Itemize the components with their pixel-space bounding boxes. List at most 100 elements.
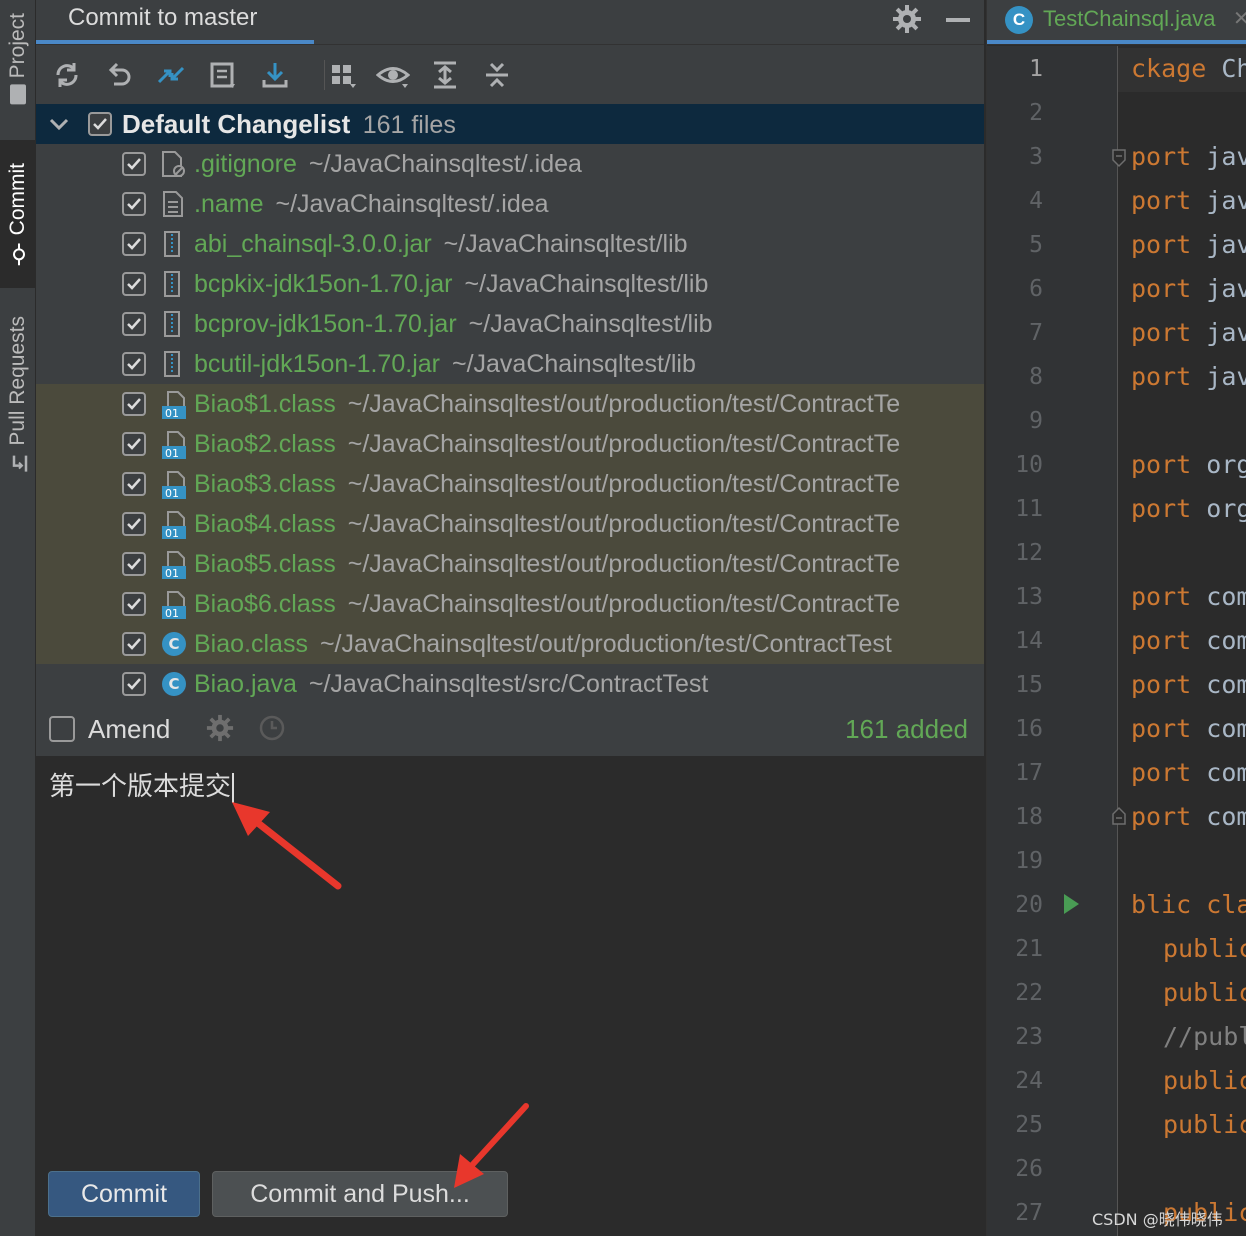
svg-text:01: 01: [165, 567, 179, 580]
file-name: bcpkix-jdk15on-1.70.jar: [194, 270, 453, 298]
file-checkbox[interactable]: [122, 232, 146, 256]
amend-label[interactable]: Amend: [88, 714, 170, 745]
download-icon[interactable]: [258, 58, 292, 92]
amend-checkbox[interactable]: [49, 716, 75, 742]
diff-icon[interactable]: [154, 58, 188, 92]
line-number: 7: [1029, 320, 1043, 346]
panel-title[interactable]: Commit to master: [68, 4, 257, 32]
file-row[interactable]: 01 Biao$5.class ~/JavaChainsqltest/out/pro…: [36, 544, 984, 584]
file-checkbox[interactable]: [122, 312, 146, 336]
line-number: 14: [1015, 628, 1043, 654]
file-checkbox[interactable]: [122, 592, 146, 616]
history-clock-icon[interactable]: [258, 714, 286, 747]
code-line[interactable]: port com: [1131, 670, 1246, 699]
code-keyword: port: [1131, 450, 1192, 479]
code-line[interactable]: port jav: [1131, 362, 1246, 391]
group-by-icon[interactable]: [326, 58, 360, 92]
tab-project[interactable]: Project: [0, 0, 35, 116]
code-keyword: public: [1163, 1066, 1246, 1095]
code-line[interactable]: port jav: [1131, 274, 1246, 303]
code-line[interactable]: port jav: [1131, 142, 1246, 171]
file-path: ~/JavaChainsqltest/out/production/test/C…: [347, 550, 901, 578]
commit-icon: [7, 243, 29, 266]
file-checkbox[interactable]: [122, 472, 146, 496]
code-keyword: port: [1131, 626, 1192, 655]
code-line[interactable]: port jav: [1131, 230, 1246, 259]
file-row[interactable]: 01 Biao$1.class ~/JavaChainsqltest/out/pro…: [36, 384, 984, 424]
code-line[interactable]: port com: [1131, 758, 1246, 787]
eye-icon[interactable]: [376, 58, 410, 92]
code-line[interactable]: port jav: [1131, 318, 1246, 347]
code-line[interactable]: port com: [1131, 714, 1246, 743]
code-line[interactable]: public: [1163, 934, 1246, 963]
expand-all-icon[interactable]: [428, 58, 462, 92]
binary-class-icon: 01: [160, 510, 186, 540]
fold-marker-icon[interactable]: [1111, 148, 1127, 173]
file-row[interactable]: bcpkix-jdk15on-1.70.jar ~/JavaChainsqltes…: [36, 264, 984, 304]
file-row[interactable]: 01 Biao$6.class ~/JavaChainsqltest/out/pro…: [36, 584, 984, 624]
file-checkbox[interactable]: [122, 672, 146, 696]
file-checkbox[interactable]: [122, 632, 146, 656]
code-keyword: port: [1131, 142, 1192, 171]
file-row[interactable]: 01 Biao$3.class ~/JavaChainsqltest/out/pro…: [36, 464, 984, 504]
code-line[interactable]: port jav: [1131, 186, 1246, 215]
file-checkbox[interactable]: [122, 392, 146, 416]
code-line[interactable]: public: [1163, 1066, 1246, 1095]
editor-tab[interactable]: C TestChainsql.java ✕: [987, 0, 1246, 40]
minimize-icon[interactable]: [946, 18, 970, 22]
file-row[interactable]: .name ~/JavaChainsqltest/.idea: [36, 184, 984, 224]
changelist-group[interactable]: Default Changelist 161 files: [36, 104, 984, 144]
tab-commit[interactable]: Commit: [0, 140, 35, 288]
commit-panel: Commit to master Default Changelist 161 …: [36, 0, 984, 1236]
tab-pull-requests-label: Pull Requests: [5, 316, 29, 446]
file-row[interactable]: abi_chainsql-3.0.0.jar ~/JavaChainsqltest…: [36, 224, 984, 264]
code-keyword: port: [1131, 362, 1192, 391]
code-line[interactable]: port org: [1131, 450, 1246, 479]
gear-icon[interactable]: [206, 714, 234, 747]
code-keyword: port: [1131, 802, 1192, 831]
refresh-icon[interactable]: [50, 58, 84, 92]
code-line[interactable]: blic cla: [1131, 890, 1246, 919]
run-gutter-icon[interactable]: [1061, 892, 1081, 921]
file-checkbox[interactable]: [122, 352, 146, 376]
code-identifier: jav: [1191, 230, 1246, 259]
file-path: ~/JavaChainsqltest/out/production/test/C…: [347, 590, 901, 618]
jar-file-icon: [160, 230, 186, 257]
close-icon[interactable]: ✕: [1233, 6, 1246, 31]
code-line[interactable]: port com: [1131, 626, 1246, 655]
gear-icon[interactable]: [892, 4, 922, 39]
file-row[interactable]: bcprov-jdk15on-1.70.jar ~/JavaChainsqltes…: [36, 304, 984, 344]
code-line[interactable]: port com: [1131, 582, 1246, 611]
file-checkbox[interactable]: [122, 272, 146, 296]
commit-button[interactable]: Commit: [48, 1171, 200, 1217]
file-name: abi_chainsql-3.0.0.jar: [194, 230, 432, 258]
file-row[interactable]: 01 Biao$2.class ~/JavaChainsqltest/out/pro…: [36, 424, 984, 464]
file-name: Biao$3.class: [194, 470, 336, 498]
code-line[interactable]: //publ: [1163, 1022, 1246, 1051]
tab-pull-requests[interactable]: Pull Requests: [0, 300, 35, 490]
file-name: bcprov-jdk15on-1.70.jar: [194, 310, 457, 338]
code-identifier: jav: [1191, 142, 1246, 171]
file-checkbox[interactable]: [122, 512, 146, 536]
file-row[interactable]: bcutil-jdk15on-1.70.jar ~/JavaChainsqltes…: [36, 344, 984, 384]
code-line[interactable]: public: [1163, 978, 1246, 1007]
code-line[interactable]: port com: [1131, 802, 1246, 831]
changelist-icon[interactable]: [206, 58, 240, 92]
collapse-all-icon[interactable]: [480, 58, 514, 92]
chevron-down-icon[interactable]: [48, 114, 70, 139]
file-checkbox[interactable]: [122, 432, 146, 456]
code-line[interactable]: public: [1163, 1110, 1246, 1139]
code-line[interactable]: port org: [1131, 494, 1246, 523]
file-checkbox[interactable]: [122, 152, 146, 176]
fold-marker-icon[interactable]: [1111, 806, 1127, 831]
file-row[interactable]: .gitignore ~/JavaChainsqltest/.idea: [36, 144, 984, 184]
file-row[interactable]: C Biao.java ~/JavaChainsqltest/src/Contrac…: [36, 664, 984, 704]
rollback-icon[interactable]: [102, 58, 136, 92]
file-checkbox[interactable]: [122, 552, 146, 576]
file-row[interactable]: 01 Biao$4.class ~/JavaChainsqltest/out/pro…: [36, 504, 984, 544]
file-checkbox[interactable]: [122, 192, 146, 216]
changelist-checkbox[interactable]: [88, 112, 112, 136]
file-row[interactable]: C Biao.class ~/JavaChainsqltest/out/produc…: [36, 624, 984, 664]
gutter-divider: [1117, 46, 1118, 1236]
code-line[interactable]: ckage Ch: [1131, 54, 1246, 83]
